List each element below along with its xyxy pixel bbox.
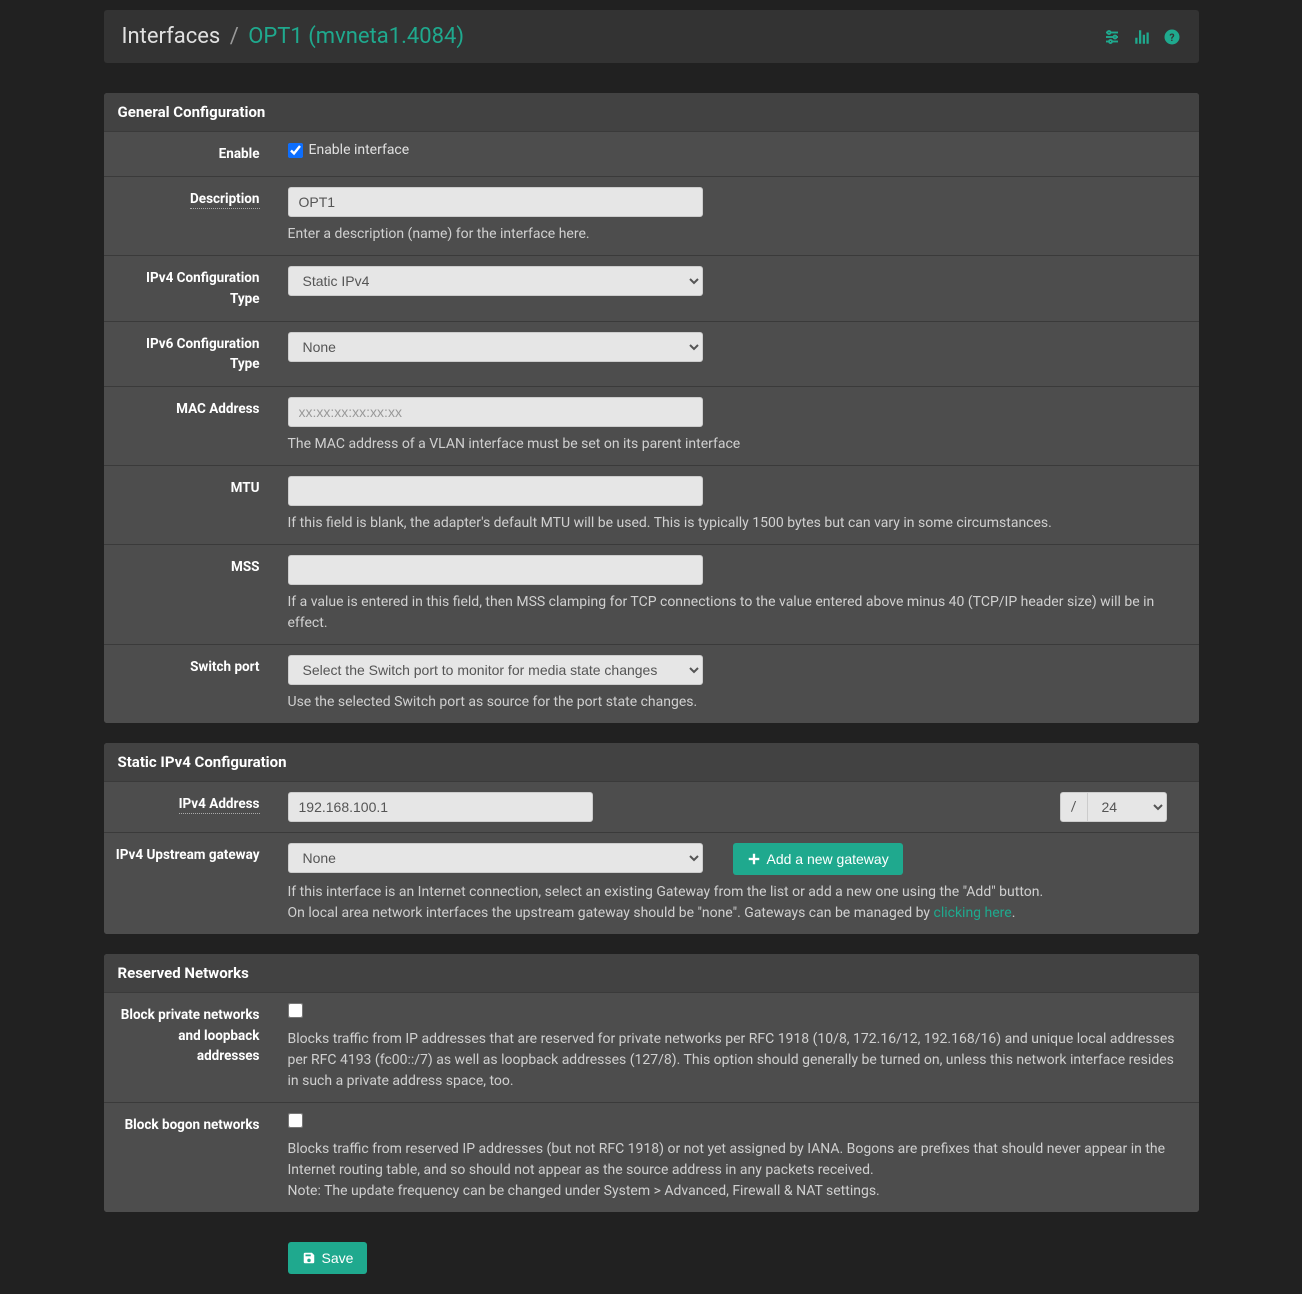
help-mtu: If this field is blank, the adapter's de…: [288, 513, 1185, 534]
prefix-slash: /: [1060, 792, 1088, 822]
row-mtu: MTU If this field is blank, the adapter'…: [104, 465, 1199, 544]
panel-heading-static-ipv4: Static IPv4 Configuration: [104, 743, 1199, 781]
switchport-select[interactable]: Select the Switch port to monitor for me…: [288, 655, 703, 685]
help-switchport: Use the selected Switch port as source f…: [288, 692, 1185, 713]
label-ipv4type: IPv4 Configuration Type: [104, 256, 274, 321]
row-ipv6type: IPv6 Configuration Type None: [104, 321, 1199, 387]
label-blockbogon: Block bogon networks: [104, 1103, 274, 1147]
help-gateway1: If this interface is an Internet connect…: [288, 882, 1185, 903]
label-ipv4gateway: IPv4 Upstream gateway: [104, 833, 274, 877]
row-switchport: Switch port Select the Switch port to mo…: [104, 644, 1199, 723]
help-icon[interactable]: ?: [1163, 28, 1181, 46]
ipv4prefix-select[interactable]: 24: [1087, 792, 1167, 822]
save-row: Save: [104, 1232, 1199, 1284]
row-enable: Enable Enable interface: [104, 131, 1199, 176]
row-ipv4type: IPv4 Configuration Type Static IPv4: [104, 255, 1199, 321]
breadcrumb-root[interactable]: Interfaces: [122, 24, 221, 49]
label-mac: MAC Address: [104, 387, 274, 431]
header-icons: ?: [1103, 28, 1181, 46]
label-mss: MSS: [104, 545, 274, 589]
plus-icon: [747, 852, 761, 866]
panel-reserved: Reserved Networks Block private networks…: [104, 954, 1199, 1212]
svg-text:?: ?: [1169, 30, 1174, 43]
label-description: Description: [104, 177, 274, 221]
help-blockpriv: Blocks traffic from IP addresses that ar…: [288, 1029, 1185, 1092]
row-blockpriv: Block private networks and loopback addr…: [104, 992, 1199, 1102]
breadcrumb-sep: /: [230, 24, 239, 49]
row-mac: MAC Address The MAC address of a VLAN in…: [104, 386, 1199, 465]
help-gateway2: On local area network interfaces the ups…: [288, 903, 1185, 924]
mss-input[interactable]: [288, 555, 703, 585]
label-mtu: MTU: [104, 466, 274, 510]
description-input[interactable]: [288, 187, 703, 217]
panel-heading-reserved: Reserved Networks: [104, 954, 1199, 992]
row-ipv4gateway: IPv4 Upstream gateway None Add a new gat…: [104, 832, 1199, 934]
help-blockbogon1: Blocks traffic from reserved IP addresse…: [288, 1139, 1185, 1181]
mac-input[interactable]: [288, 397, 703, 427]
ipv4type-select[interactable]: Static IPv4: [288, 266, 703, 296]
ipv4gateway-select[interactable]: None: [288, 843, 703, 873]
label-blockpriv: Block private networks and loopback addr…: [104, 993, 274, 1078]
chart-icon[interactable]: [1133, 28, 1151, 46]
blockbogon-checkbox[interactable]: [288, 1113, 303, 1128]
blockpriv-checkbox[interactable]: [288, 1003, 303, 1018]
row-description: Description Enter a description (name) f…: [104, 176, 1199, 255]
enable-checkbox-label[interactable]: Enable interface: [288, 142, 410, 158]
label-ipv4address: IPv4 Address: [104, 782, 274, 826]
label-ipv6type: IPv6 Configuration Type: [104, 322, 274, 387]
panel-heading-general: General Configuration: [104, 93, 1199, 131]
help-mss: If a value is entered in this field, the…: [288, 592, 1185, 634]
save-button[interactable]: Save: [288, 1242, 368, 1274]
gateway-link[interactable]: clicking here: [933, 905, 1011, 921]
sliders-icon[interactable]: [1103, 28, 1121, 46]
ipv6type-select[interactable]: None: [288, 332, 703, 362]
ipv4address-input[interactable]: [288, 792, 593, 822]
add-gateway-button[interactable]: Add a new gateway: [733, 843, 903, 875]
help-mac: The MAC address of a VLAN interface must…: [288, 434, 1185, 455]
help-blockbogon2: Note: The update frequency can be change…: [288, 1181, 1185, 1202]
label-enable: Enable: [104, 132, 274, 176]
label-switchport: Switch port: [104, 645, 274, 689]
breadcrumb: Interfaces / OPT1 (mvneta1.4084): [122, 24, 464, 49]
page-header: Interfaces / OPT1 (mvneta1.4084) ?: [104, 10, 1199, 63]
panel-static-ipv4: Static IPv4 Configuration IPv4 Address /…: [104, 743, 1199, 934]
help-description: Enter a description (name) for the inter…: [288, 224, 1185, 245]
row-blockbogon: Block bogon networks Blocks traffic from…: [104, 1102, 1199, 1212]
save-icon: [302, 1251, 316, 1265]
mtu-input[interactable]: [288, 476, 703, 506]
panel-general: General Configuration Enable Enable inte…: [104, 93, 1199, 723]
breadcrumb-current: OPT1 (mvneta1.4084): [248, 24, 464, 49]
enable-checkbox[interactable]: [288, 143, 303, 158]
row-ipv4address: IPv4 Address / 24: [104, 781, 1199, 832]
row-mss: MSS If a value is entered in this field,…: [104, 544, 1199, 644]
